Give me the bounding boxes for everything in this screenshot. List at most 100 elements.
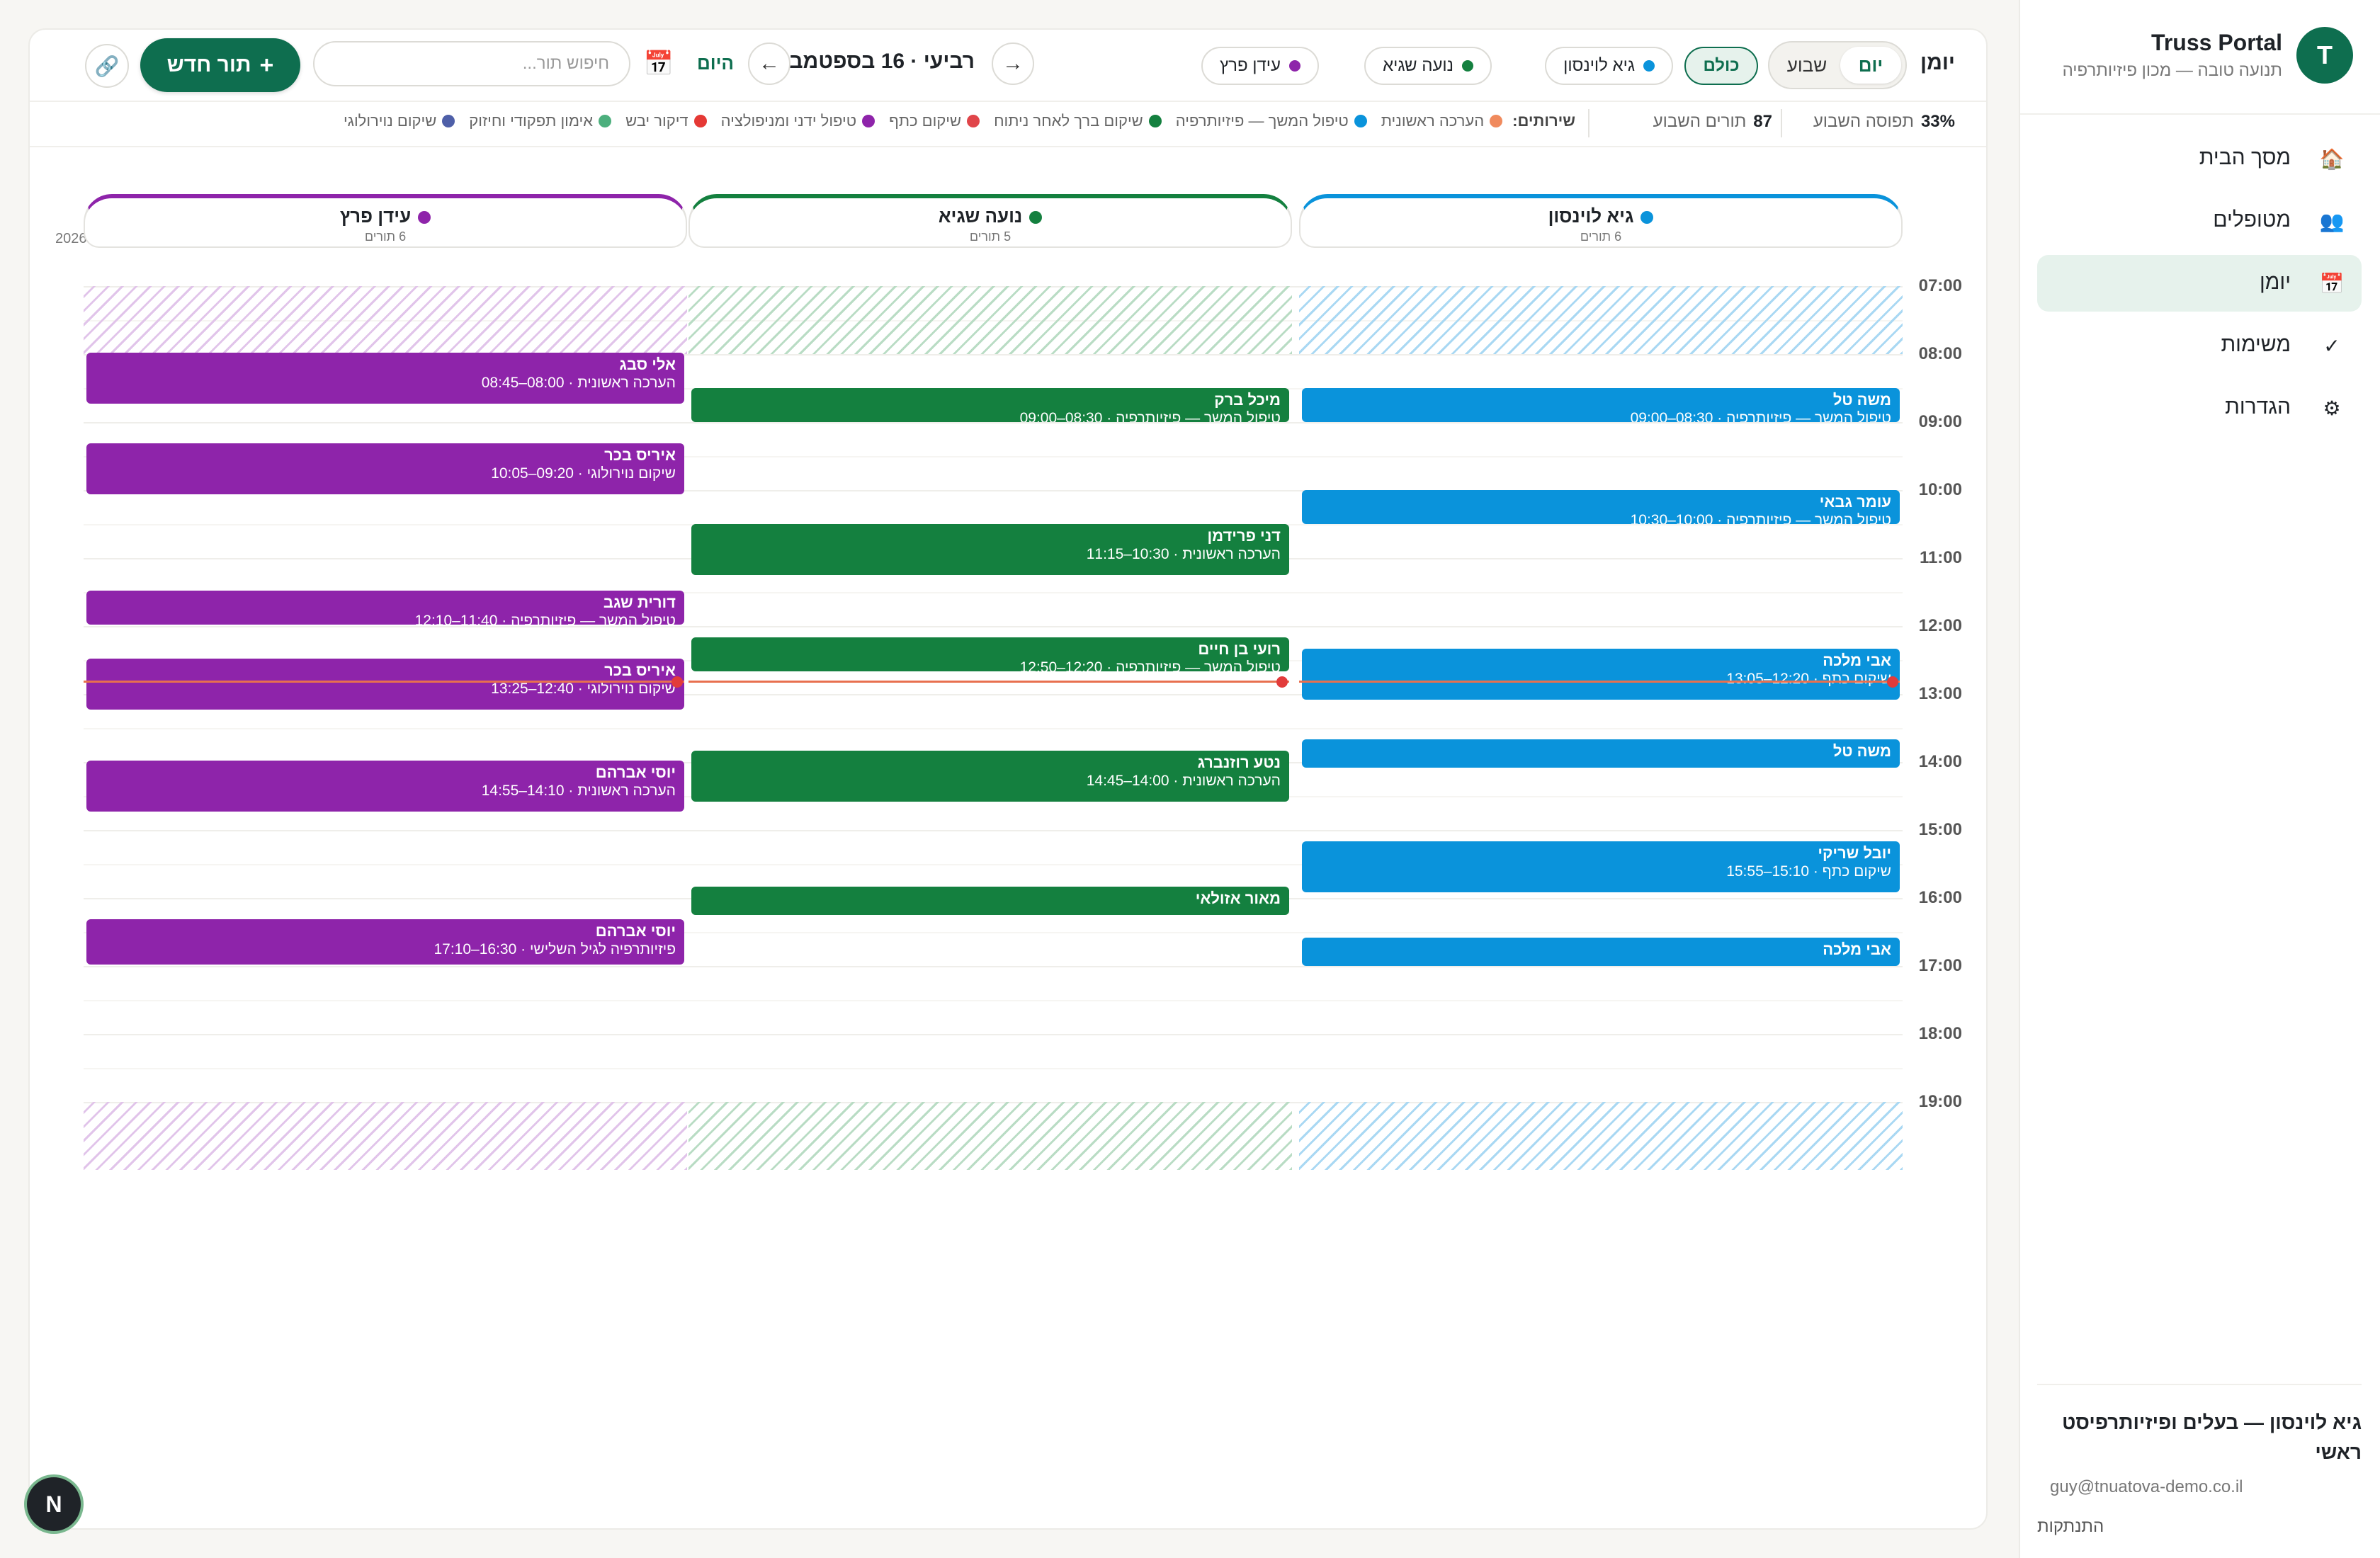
logout-link[interactable]: התנתקות [2037,1517,2104,1537]
service-legend-item: שיקום ברך לאחר ניתוח [994,112,1162,130]
appointment-block[interactable]: איריס בכר שיקום נוירולוגי · 09:20–10:05 [86,443,684,495]
dev-tools-button[interactable]: N [27,1477,81,1531]
patient-name: עומר גבאי [1819,493,1891,511]
therapist-name-text: נועה שגיא [938,205,1023,227]
appointment-details: טיפול המשך — פיזיותרפיה · 08:30–09:00 [1019,410,1281,422]
hour-label: 16:00 [1918,888,1962,907]
patient-name: אבי מלכה [1823,940,1891,958]
services-legend: שירותים: הערכה ראשונית טיפול המשך — פיזיו… [329,112,1575,130]
filter-all-chip[interactable]: כולם [1684,47,1758,85]
sidebar-item-label: משימות [2221,333,2291,356]
filter-noa-chip[interactable]: נועה שגיא [1364,47,1492,85]
therapist-column-header[interactable]: גיא לוינסון 6 תורים [1299,194,1903,248]
patient-name: אלי סבג [619,356,676,374]
appointment-block[interactable]: רועי בן חיים טיפול המשך — פיזיותרפיה · 12… [691,637,1289,671]
current-time-dot [672,676,683,688]
next-day-button[interactable]: → [992,42,1034,85]
sidebar-item-gear[interactable]: ⚙ הגדרות [2037,380,2362,436]
appointment-block[interactable]: נטע רוזנברג הערכה ראשונית · 14:00–14:45 [691,751,1289,802]
appointment-details: הערכה ראשונית · 08:00–08:45 [481,375,676,392]
sidebar-item-label: הגדרות [2225,395,2291,419]
appointment-block[interactable]: משה טל טיפול המשך — פיזיותרפיה · 08:30–09… [1302,388,1900,422]
service-color-dot [1148,115,1162,127]
search-input[interactable] [313,41,630,86]
current-time-dot [1276,676,1288,688]
therapist-dot [1643,60,1655,72]
appointments-value: 87 [1753,112,1772,131]
service-label: שיקום ברך לאחר ניתוח [994,112,1143,130]
hour-label: 19:00 [1918,1092,1962,1111]
therapist-color-dot [1640,211,1654,224]
service-color-dot [693,115,707,127]
service-color-dot [862,115,876,127]
appointment-block[interactable]: איריס בכר שיקום נוירולוגי · 12:40–13:25 [86,659,684,710]
service-legend-item: אימון תפקודי וחיזוק [469,112,612,130]
link-icon: 🔗 [94,55,120,77]
appointment-block[interactable]: אבי מלכה [1302,938,1900,966]
service-color-dot [1354,115,1367,127]
sidebar-item-check[interactable]: ✓ משימות [2037,317,2362,374]
stats-bar: 33% תפוסה השבוע 87 תורים השבוע שירותים: הע… [30,101,1986,147]
patient-name: יוסי אברהם [595,922,676,940]
appointment-block[interactable]: עומר גבאי טיפול המשך — פיזיותרפיה · 10:00… [1302,490,1900,524]
sidebar-item-label: יומן [2260,271,2291,294]
sidebar-divider [2020,113,2380,115]
therapist-column-header[interactable]: נועה שגיא 5 תורים [688,194,1292,248]
therapist-name: נועה שגיא [690,205,1291,227]
therapist-column-header[interactable]: עידן פרץ 6 תורים [84,194,687,248]
sidebar-item-house[interactable]: 🏠 מסך הבית [2037,130,2362,187]
therapist-name: עידן פרץ [85,205,686,227]
therapist-color-dot [1029,211,1043,224]
sidebar: T Truss Portal תנועה טובה — מכון פיזיותר… [2019,0,2380,1558]
appointment-block[interactable]: מיכל ברק טיפול המשך — פיזיותרפיה · 08:30–… [691,388,1289,422]
appointment-block[interactable]: דורית שגב טיפול המשך — פיזיותרפיה · 11:40… [86,591,684,625]
appointment-block[interactable]: משה טל [1302,739,1900,768]
share-link-button[interactable]: 🔗 [85,44,129,88]
hour-label: 18:00 [1918,1024,1962,1043]
appointment-block[interactable]: דני פרידמן הערכה ראשונית · 10:30–11:15 [691,524,1289,575]
patient-name: משה טל [1832,742,1891,760]
user-name: גיא לוינסון — בעלים ופיזיותרפיסט ראשי [2062,1411,2362,1463]
sidebar-user: גיא לוינסון — בעלים ופיזיותרפיסט ראשי gu… [2037,1384,2362,1558]
therapist-dot [1289,60,1300,72]
patient-name: דני פרידמן [1207,527,1281,545]
hour-label: 11:00 [1919,548,1962,567]
sidebar-item-users[interactable]: 👥 מטופלים [2037,193,2362,249]
users-icon: 👥 [2319,210,2345,232]
appointment-count: 5 תורים [969,229,1012,244]
patient-name: יובל שריקי [1818,844,1891,862]
patient-name: נטע רוזנברג [1197,754,1281,771]
current-time-line [1299,680,1900,683]
hour-label: 14:00 [1918,752,1962,771]
brand-avatar: T [2296,27,2353,84]
patient-name: אבי מלכה [1823,652,1891,669]
filter-label: גיא לוינסון [1563,56,1635,75]
appointment-block[interactable]: יובל שריקי שיקום כתף · 15:10–15:55 [1302,841,1900,892]
filter-guy-chip[interactable]: גיא לוינסון [1545,47,1673,85]
appointment-block[interactable]: אלי סבג הערכה ראשונית · 08:00–08:45 [86,353,684,404]
therapist-name: גיא לוינסון [1300,205,1901,227]
unavailable-block [1299,286,1903,354]
appointment-details: טיפול המשך — פיזיותרפיה · 12:20–12:50 [1019,659,1281,671]
view-day-button[interactable]: יום [1840,47,1901,84]
today-button[interactable]: היום [697,52,734,74]
prev-day-button[interactable]: ← [748,42,790,85]
calendar-picker-icon[interactable]: 📅 [642,47,676,81]
sidebar-item-calendar[interactable]: 📅 יומן [2037,255,2362,312]
appointment-block[interactable]: אבי מלכה שיקום כתף · 12:20–13:05 [1302,649,1900,700]
patient-name: מאור אזולאי [1195,889,1281,907]
filter-iden-chip[interactable]: עידן פרץ [1201,47,1319,85]
appointments-stat: 87 תורים השבוע [1653,112,1772,132]
service-label: טיפול ידני ומניפולציה [720,112,857,130]
new-appointment-button[interactable]: + תור חדש [140,38,300,92]
calendar-card: יומן יום שבוע כולם גיא לוינסון נועה שגיא… [28,28,1988,1530]
service-label: שיקום נוירולוגי [343,112,437,130]
view-week-button[interactable]: שבוע [1776,47,1837,84]
appointment-block[interactable]: יוסי אברהם הערכה ראשונית · 14:10–14:55 [86,761,684,812]
current-time-line [84,680,684,683]
utilization-value: 33% [1920,112,1955,131]
appointment-block[interactable]: יוסי אברהם פיזיותרפיה לגיל השלישי · 16:30… [86,919,684,965]
appointment-block[interactable]: מאור אזולאי [691,887,1289,915]
utilization-label: תפוסה השבוע [1813,112,1914,131]
brand-name: Truss Portal [2151,30,2282,55]
